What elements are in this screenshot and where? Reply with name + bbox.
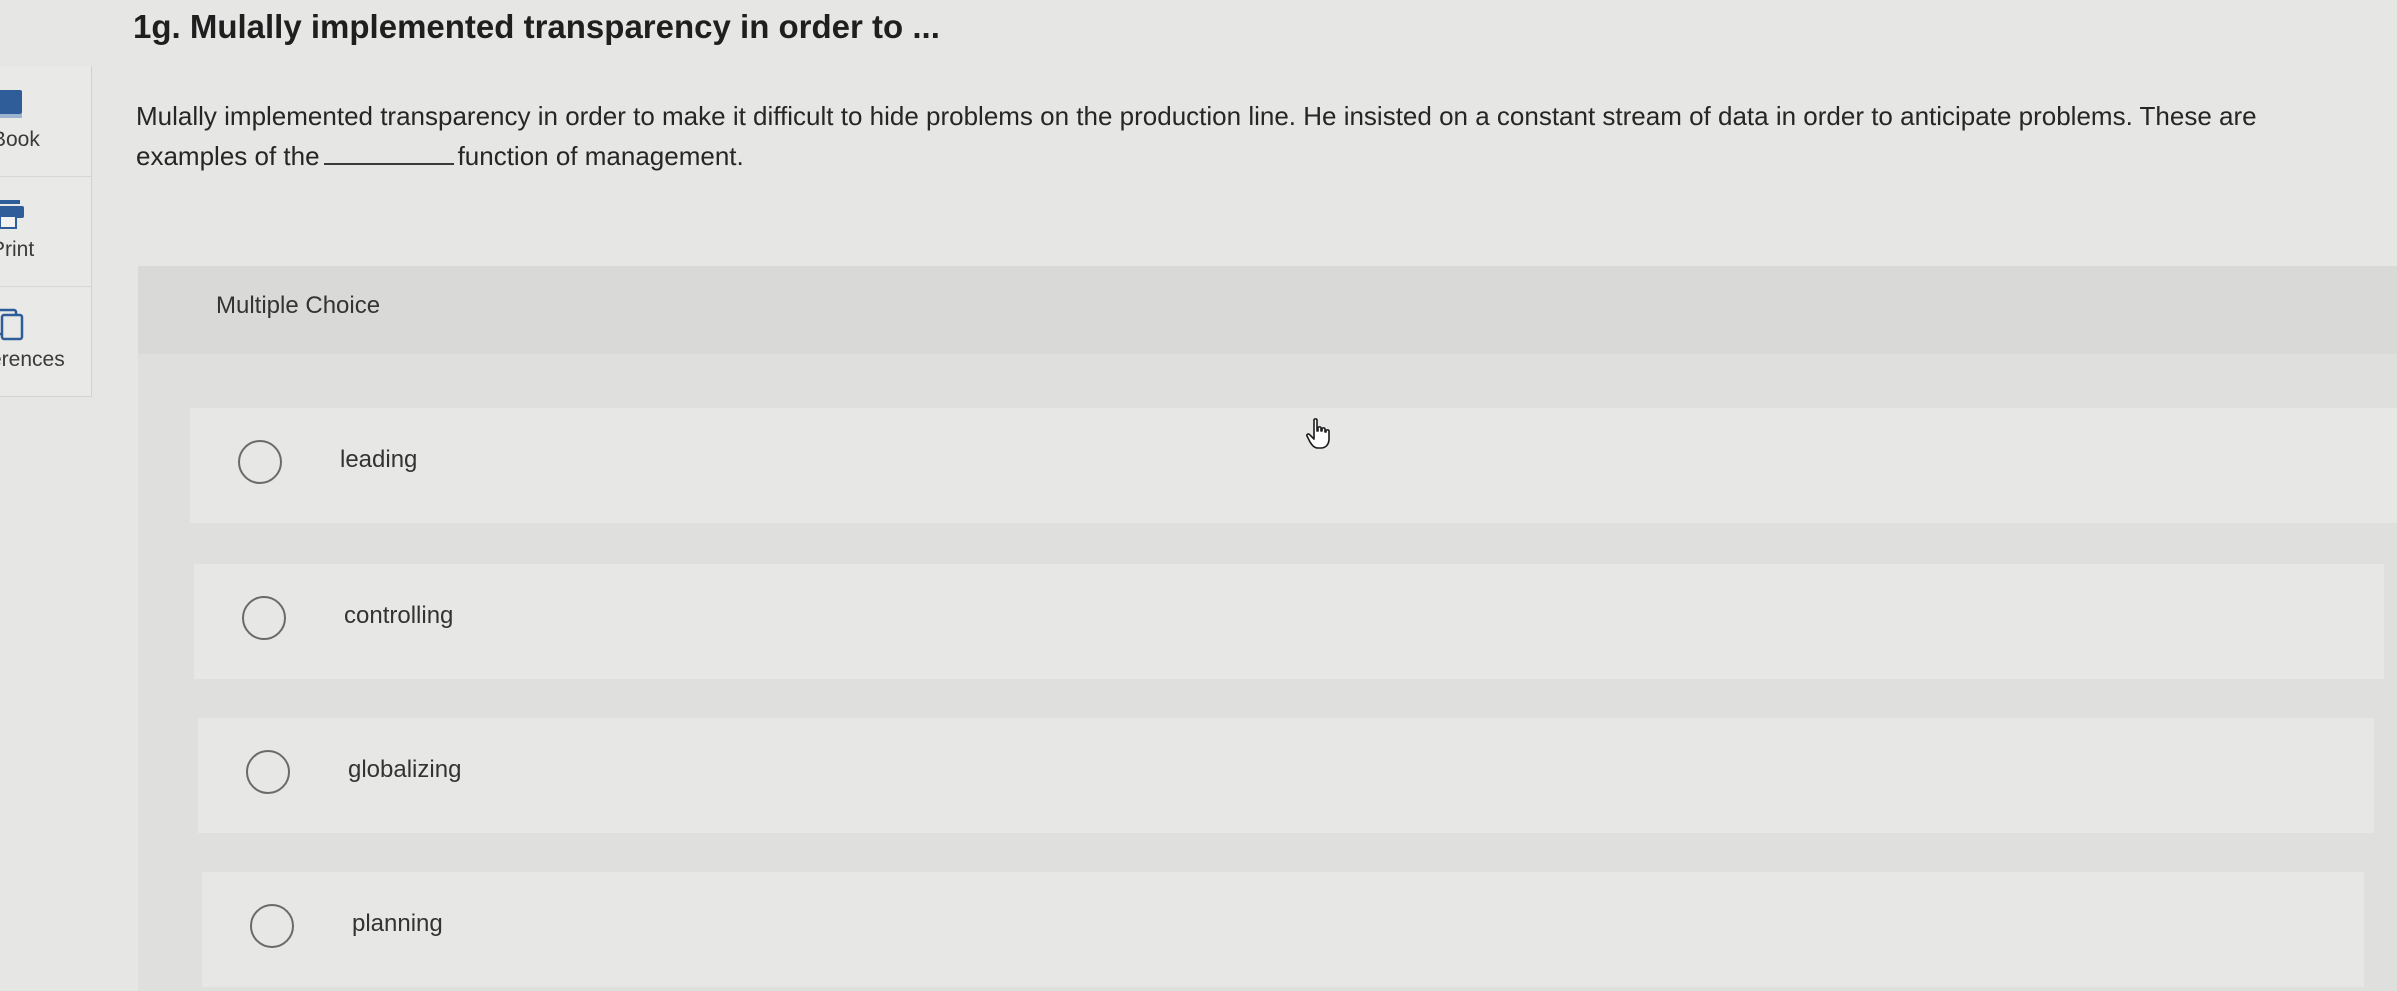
answer-blank <box>323 141 454 165</box>
answer-option-planning[interactable]: planning <box>202 872 2364 987</box>
question-text-after-blank: function of management. <box>457 141 744 171</box>
question-text-before-blank: examples of the <box>136 141 320 171</box>
references-icon <box>0 308 24 341</box>
answer-option-label: planning <box>352 910 443 937</box>
sidebar-item-book[interactable]: Book <box>0 66 91 177</box>
book-icon <box>0 90 22 118</box>
question-text-line-2: examples of the function of management. <box>136 136 2397 176</box>
radio-button[interactable] <box>242 596 286 640</box>
question-title: 1g. Mulally implemented transparency in … <box>133 8 940 45</box>
answer-option-label: leading <box>340 446 418 473</box>
multiple-choice-header: Multiple Choice <box>138 266 2397 354</box>
answer-option-label: controlling <box>344 602 454 629</box>
answer-option-label: globalizing <box>348 756 462 783</box>
question-text: Mulally implemented transparency in orde… <box>136 96 2397 176</box>
multiple-choice-label: Multiple Choice <box>216 292 381 319</box>
sidebar-item-label: Print <box>0 238 35 261</box>
sidebar-item-label: Book <box>0 128 40 151</box>
question-text-line-1: Mulally implemented transparency in orde… <box>136 101 2257 131</box>
sidebar-item-references[interactable]: erences <box>0 286 91 396</box>
radio-button[interactable] <box>250 904 294 948</box>
answer-option-globalizing[interactable]: globalizing <box>198 718 2374 833</box>
radio-button[interactable] <box>238 440 282 484</box>
radio-button[interactable] <box>246 750 290 794</box>
hand-cursor-icon <box>1306 418 1330 449</box>
multiple-choice-panel: Multiple Choice leading controlling glob… <box>138 266 2397 991</box>
print-icon <box>0 200 24 229</box>
sidebar-item-label: erences <box>0 348 65 371</box>
tools-sidebar: Book Print erences <box>0 66 92 397</box>
answer-option-controlling[interactable]: controlling <box>194 564 2384 679</box>
sidebar-item-print[interactable]: Print <box>0 176 91 287</box>
answer-option-leading[interactable]: leading <box>190 408 2397 523</box>
